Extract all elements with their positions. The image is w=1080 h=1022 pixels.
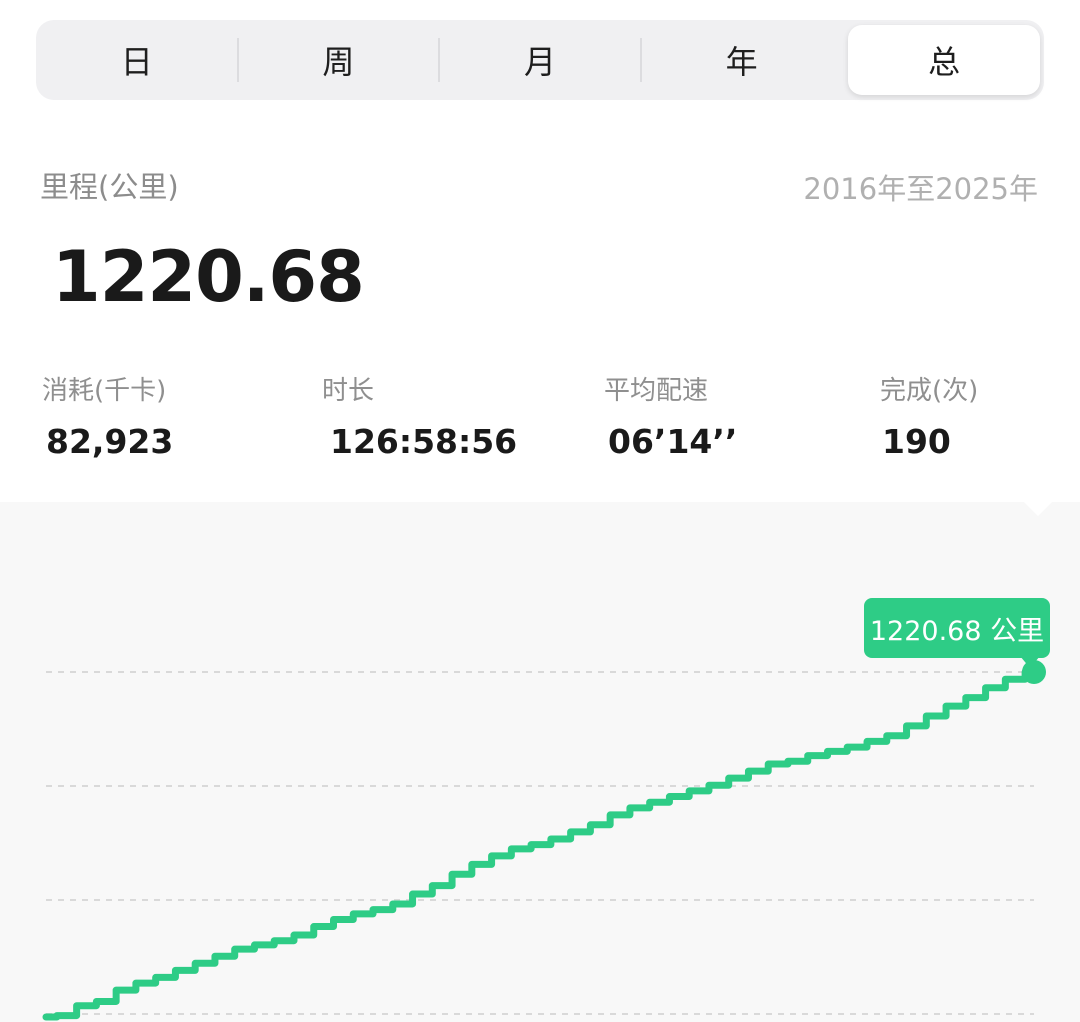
metric-label: 里程(公里) xyxy=(40,170,179,204)
tab-4[interactable]: 总 xyxy=(848,25,1040,95)
tab-1[interactable]: 周 xyxy=(238,20,440,100)
date-range-label: 2016年至2025年 xyxy=(803,172,1038,206)
tab-3[interactable]: 年 xyxy=(641,20,843,100)
tab-divider xyxy=(438,38,441,82)
calories-value: 82,923 xyxy=(46,422,174,461)
completed-count-label: 完成(次) xyxy=(880,376,979,406)
completed-count-value: 190 xyxy=(882,422,951,461)
duration-value: 126:58:56 xyxy=(330,422,518,461)
avg-pace-label: 平均配速 xyxy=(604,376,709,406)
tab-divider xyxy=(236,38,239,82)
chart-tooltip: 1220.68 公里 xyxy=(864,598,1050,658)
tab-0[interactable]: 日 xyxy=(36,20,238,100)
calories-label: 消耗(千卡) xyxy=(42,376,167,406)
cumulative-distance-line xyxy=(42,668,1038,1021)
period-segmented-control: 日周月年总 xyxy=(36,20,1044,100)
tab-2[interactable]: 月 xyxy=(439,20,641,100)
avg-pace-value: 06’14’’ xyxy=(608,422,738,461)
chart-tooltip-tail xyxy=(1020,656,1040,668)
chart-pointer-notch xyxy=(1024,502,1052,516)
tab-divider xyxy=(639,38,642,82)
total-distance-value: 1220.68 xyxy=(52,236,365,318)
cumulative-distance-chart[interactable] xyxy=(0,502,1080,1022)
chart-svg xyxy=(42,660,1046,1021)
duration-label: 时长 xyxy=(322,376,375,406)
